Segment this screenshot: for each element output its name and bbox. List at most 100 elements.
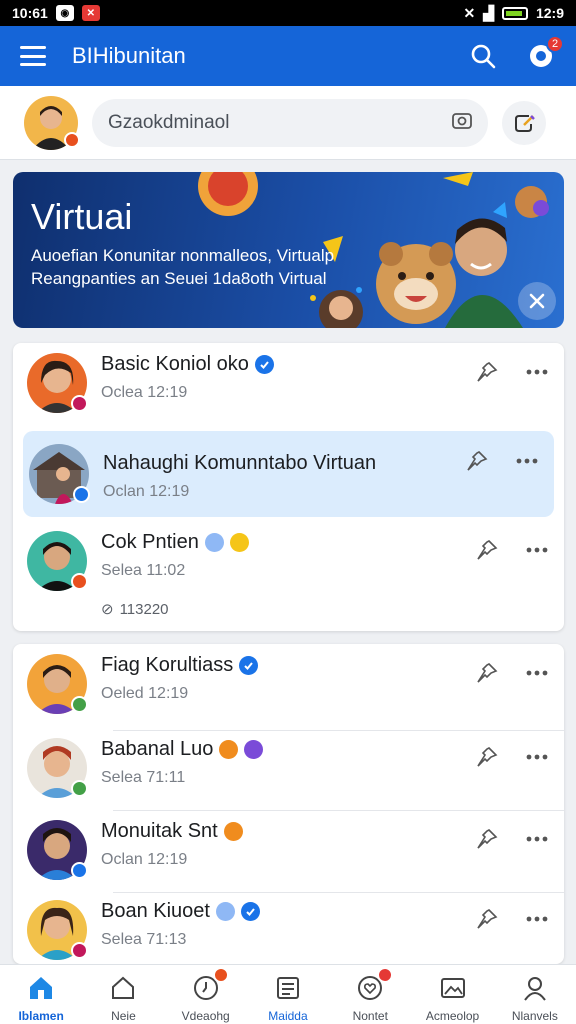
nav-badge	[212, 967, 229, 983]
banner-close-button[interactable]	[518, 282, 556, 320]
community-card-secondary: Fiag Korultiass Oeled 12:19 Babanal Luo …	[13, 644, 564, 964]
nav-label: Iblamen	[18, 1009, 64, 1023]
more-options-icon[interactable]	[524, 660, 550, 686]
compose-button[interactable]	[502, 100, 546, 145]
banner-subtitle: Auoefian Konunitar nonmalleos, Virtualp …	[31, 246, 335, 288]
nav-label: Acmeolop	[425, 1009, 480, 1023]
item-timestamp: Selea 71:11	[101, 769, 186, 786]
item-badge	[71, 942, 88, 959]
user-avatar[interactable]	[24, 95, 80, 150]
status-time: 10:61	[12, 5, 48, 21]
search-input[interactable]: Gzaokdminaol	[92, 98, 488, 147]
item-badge	[73, 486, 90, 503]
divider	[113, 730, 564, 731]
verified-badge-icon	[254, 355, 274, 374]
item-name: Nahaughi Komunntabo Virtuan	[103, 452, 377, 474]
list-item[interactable]: Basic Koniol oko Oclea 12:19	[13, 353, 564, 423]
status-bar: 10:61 ◉ ✕ ✕ ▟ 12:9	[0, 0, 576, 26]
battery-icon	[501, 6, 528, 20]
image-icon	[438, 973, 468, 1003]
item-avatar[interactable]	[27, 900, 88, 960]
list-item[interactable]: Cok Pntien Selea 11:02 ⊘ 113220	[13, 531, 564, 627]
heart-notification-icon	[355, 967, 394, 1003]
mute-icon: ✕	[463, 4, 476, 21]
item-avatar[interactable]	[27, 738, 88, 798]
house-outline-icon	[108, 973, 138, 1003]
pin-icon[interactable]	[474, 744, 500, 770]
verified-badge-icon	[223, 822, 243, 841]
promo-banner[interactable]: Virtuai Auoefian Konunitar nonmalleos, V…	[13, 172, 564, 328]
item-avatar[interactable]	[27, 654, 88, 714]
item-badge	[71, 395, 88, 412]
more-options-icon[interactable]	[524, 537, 550, 563]
pin-icon[interactable]	[474, 906, 500, 932]
nav-item-home[interactable]: Iblamen	[0, 965, 82, 1024]
nav-item-notifications[interactable]: Nontet	[329, 965, 411, 1024]
item-avatar[interactable]	[27, 531, 88, 591]
profile-icon	[520, 973, 550, 1003]
verified-badge-icon	[240, 902, 260, 921]
verified-badge-icon	[215, 902, 235, 921]
list-item[interactable]: Babanal Luo Selea 71:11	[13, 738, 564, 810]
more-options-icon[interactable]	[524, 906, 550, 932]
clock-icon	[191, 967, 229, 1003]
list-item[interactable]: Boan Kiuoet Selea 71:13	[13, 900, 564, 964]
search-icon[interactable]	[468, 41, 498, 71]
item-avatar[interactable]	[29, 444, 90, 504]
divider	[113, 892, 564, 893]
item-avatar[interactable]	[27, 820, 88, 880]
news-icon	[273, 973, 303, 1003]
list-item[interactable]: Fiag Korultiass Oeled 12:19	[13, 654, 564, 726]
close-icon	[529, 293, 545, 309]
more-options-icon[interactable]	[524, 359, 550, 385]
camera-icon[interactable]	[450, 108, 474, 138]
item-timestamp: Oclan 12:19	[103, 483, 190, 500]
nav-item-gallery[interactable]: Acmeolop	[411, 965, 493, 1024]
item-badge	[71, 573, 88, 590]
item-timestamp: Oclan 12:19	[101, 851, 188, 868]
verified-badge-icon	[204, 533, 224, 552]
pin-icon[interactable]	[474, 660, 500, 686]
item-badge	[71, 780, 88, 797]
more-options-icon[interactable]	[514, 448, 540, 474]
search-row: Gzaokdminaol	[0, 86, 576, 160]
app-title: BIHibunitan	[72, 43, 186, 68]
list-item-highlighted[interactable]: Nahaughi Komunntabo Virtuan Oclan 12:19	[23, 431, 554, 517]
item-name: Basic Koniol oko	[101, 353, 249, 375]
nav-item-profile[interactable]: Nlanvels	[494, 965, 576, 1024]
nav-badge	[377, 967, 394, 983]
item-avatar[interactable]	[27, 353, 88, 413]
nav-item-media[interactable]: Maidda	[247, 965, 329, 1024]
camera-notification-icon: ◉	[55, 5, 74, 21]
divider	[113, 810, 564, 811]
item-name: Fiag Korultiass	[101, 654, 234, 676]
more-options-icon[interactable]	[524, 826, 550, 852]
verified-badge-icon	[219, 740, 239, 759]
community-card-primary: Basic Koniol oko Oclea 12:19 Nahaughi Ko…	[13, 343, 564, 631]
list-item[interactable]: Monuitak Snt Oclan 12:19	[13, 820, 564, 892]
menu-icon[interactable]	[20, 46, 46, 66]
item-badge	[71, 696, 88, 713]
item-timestamp: Oeled 12:19	[101, 685, 189, 702]
nav-item-news[interactable]: Neie	[82, 965, 164, 1024]
search-placeholder: Gzaokdminaol	[108, 111, 230, 133]
item-timestamp: Selea 71:13	[101, 931, 187, 948]
nav-label: Nlanvels	[511, 1009, 558, 1023]
nav-item-video[interactable]: Vdeaohg	[165, 965, 247, 1024]
app-bar: BIHibunitan 2	[0, 26, 576, 86]
banner-title: Virtuai	[31, 196, 133, 237]
view-count-icon: ⊘	[101, 601, 114, 618]
pin-icon[interactable]	[474, 537, 500, 563]
notification-badge: 2	[546, 35, 564, 53]
item-name: Babanal Luo	[101, 738, 214, 760]
item-timestamp: Oclea 12:19	[101, 384, 188, 401]
signal-icon: ▟	[483, 4, 494, 21]
pin-icon[interactable]	[474, 826, 500, 852]
app-notification-icon: ✕	[81, 5, 100, 21]
pin-icon[interactable]	[474, 359, 500, 385]
notification-button[interactable]: 2	[526, 35, 564, 71]
nav-label: Nontet	[352, 1009, 388, 1023]
pin-icon[interactable]	[464, 448, 490, 474]
nav-label: Vdeaohg	[181, 1009, 230, 1023]
more-options-icon[interactable]	[524, 744, 550, 770]
